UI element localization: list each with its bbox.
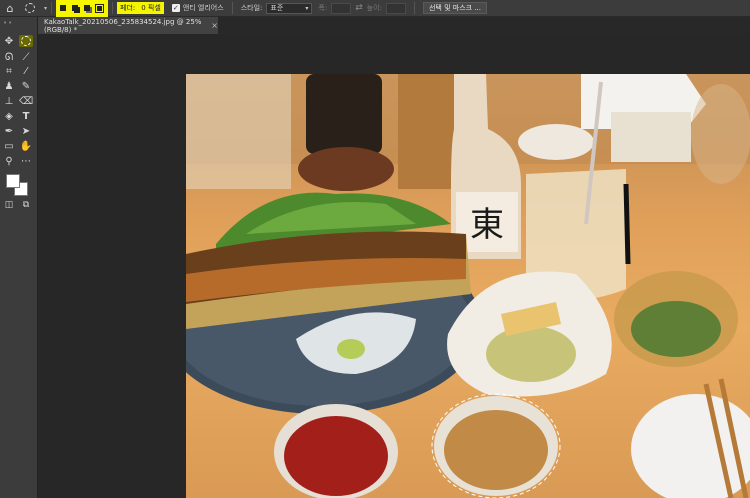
quick-mask-icon[interactable]: ◫: [2, 199, 16, 211]
antialias-checkbox[interactable]: ✓ 앤티 엘리어스: [171, 0, 224, 16]
feather-value[interactable]: 0 픽셀: [141, 3, 161, 13]
hand-icon[interactable]: ✋: [19, 140, 33, 152]
rectangle-icon[interactable]: ▭: [2, 140, 16, 152]
elliptical-marquee-icon[interactable]: [19, 35, 33, 47]
divider: [413, 2, 415, 14]
bottle-label: 東: [470, 205, 504, 245]
foreground-background-colors[interactable]: [6, 174, 28, 196]
document-tab[interactable]: KakaoTalk_20210506_235834524.jpg @ 25% (…: [38, 17, 218, 34]
zoom-icon[interactable]: ⚲: [2, 155, 16, 167]
height-label: 높이:: [366, 4, 382, 12]
selection-mode-group: [56, 0, 108, 17]
feather-field[interactable]: 페더: 0 픽셀: [117, 2, 164, 14]
document-tab-title: KakaoTalk_20210506_235834524.jpg @ 25% (…: [44, 17, 202, 34]
subtract-from-selection-button[interactable]: [82, 3, 92, 13]
tool-preset-picker[interactable]: ▾: [25, 0, 47, 16]
eraser-icon[interactable]: ⌫: [19, 95, 33, 107]
gradient-icon[interactable]: ◈: [2, 110, 16, 122]
style-label: 스타일:: [240, 4, 263, 12]
path-select-icon[interactable]: ➤: [19, 125, 33, 137]
screen-mode-icon[interactable]: ⧉: [19, 199, 33, 211]
antialias-label: 앤티 엘리어스: [182, 4, 224, 12]
brush-icon[interactable]: ✎: [19, 80, 33, 92]
elliptical-marquee-icon: [25, 3, 35, 13]
healing-brush-icon[interactable]: ♟: [2, 80, 16, 92]
add-selection-icon: [72, 5, 78, 11]
style-value: 표준: [270, 4, 284, 12]
new-selection-icon: [60, 5, 66, 11]
home-icon[interactable]: ⌂: [3, 1, 17, 15]
swap-dimensions-icon[interactable]: ⇄: [355, 0, 363, 16]
more-tools-icon[interactable]: ⋯: [19, 155, 33, 167]
crop-icon[interactable]: ⌗: [2, 65, 16, 77]
tools-panel: •• ✥ ᘏ ⟋ ⌗ ⁄ ♟ ✎ ⊥ ⌫ ◈ T ✒ ➤ ▭ ✋ ⚲ ⋯ ◫ ⧉: [0, 17, 38, 498]
chevron-down-icon: ▾: [43, 4, 47, 12]
feather-label: 페더:: [120, 4, 136, 12]
ellipse-icon: [21, 36, 31, 46]
foreground-color-swatch[interactable]: [6, 174, 20, 188]
select-and-mask-button[interactable]: 선택 및 마스크 ...: [422, 2, 487, 14]
quick-select-icon[interactable]: ⟋: [19, 51, 33, 63]
move-icon[interactable]: ✥: [2, 35, 16, 47]
checkmark-icon: ✓: [171, 4, 180, 12]
divider: [112, 2, 113, 14]
options-bar: ⌂ ▾ 페더: 0 픽셀 ✓ 앤티 엘리어스 스타일: 표준 ▾ 폭: ⇄ 높이…: [0, 0, 750, 17]
style-select[interactable]: 표준 ▾: [266, 2, 313, 14]
add-to-selection-button[interactable]: [70, 3, 80, 13]
close-icon[interactable]: ×: [211, 21, 218, 30]
chevron-down-icon: ▾: [305, 4, 309, 12]
width-input[interactable]: [331, 2, 352, 14]
divider: [231, 2, 233, 14]
panel-grip[interactable]: ••: [3, 19, 13, 27]
document-tab-strip: KakaoTalk_20210506_235834524.jpg @ 25% (…: [38, 17, 750, 34]
clone-stamp-icon[interactable]: ⊥: [2, 95, 16, 107]
lasso-icon[interactable]: ᘏ: [2, 51, 16, 63]
eyedropper-icon[interactable]: ⁄: [19, 65, 33, 77]
intersect-selection-button[interactable]: [94, 3, 104, 13]
pen-icon[interactable]: ✒: [2, 125, 16, 137]
type-icon[interactable]: T: [19, 110, 33, 122]
width-label: 폭:: [318, 4, 328, 12]
intersect-selection-icon: [94, 3, 104, 13]
food-photo: 東: [186, 74, 750, 498]
divider: [51, 2, 52, 14]
height-input[interactable]: [385, 2, 406, 14]
document-canvas[interactable]: 東: [186, 74, 750, 498]
subtract-selection-icon: [84, 5, 90, 11]
new-selection-button[interactable]: [58, 3, 68, 13]
